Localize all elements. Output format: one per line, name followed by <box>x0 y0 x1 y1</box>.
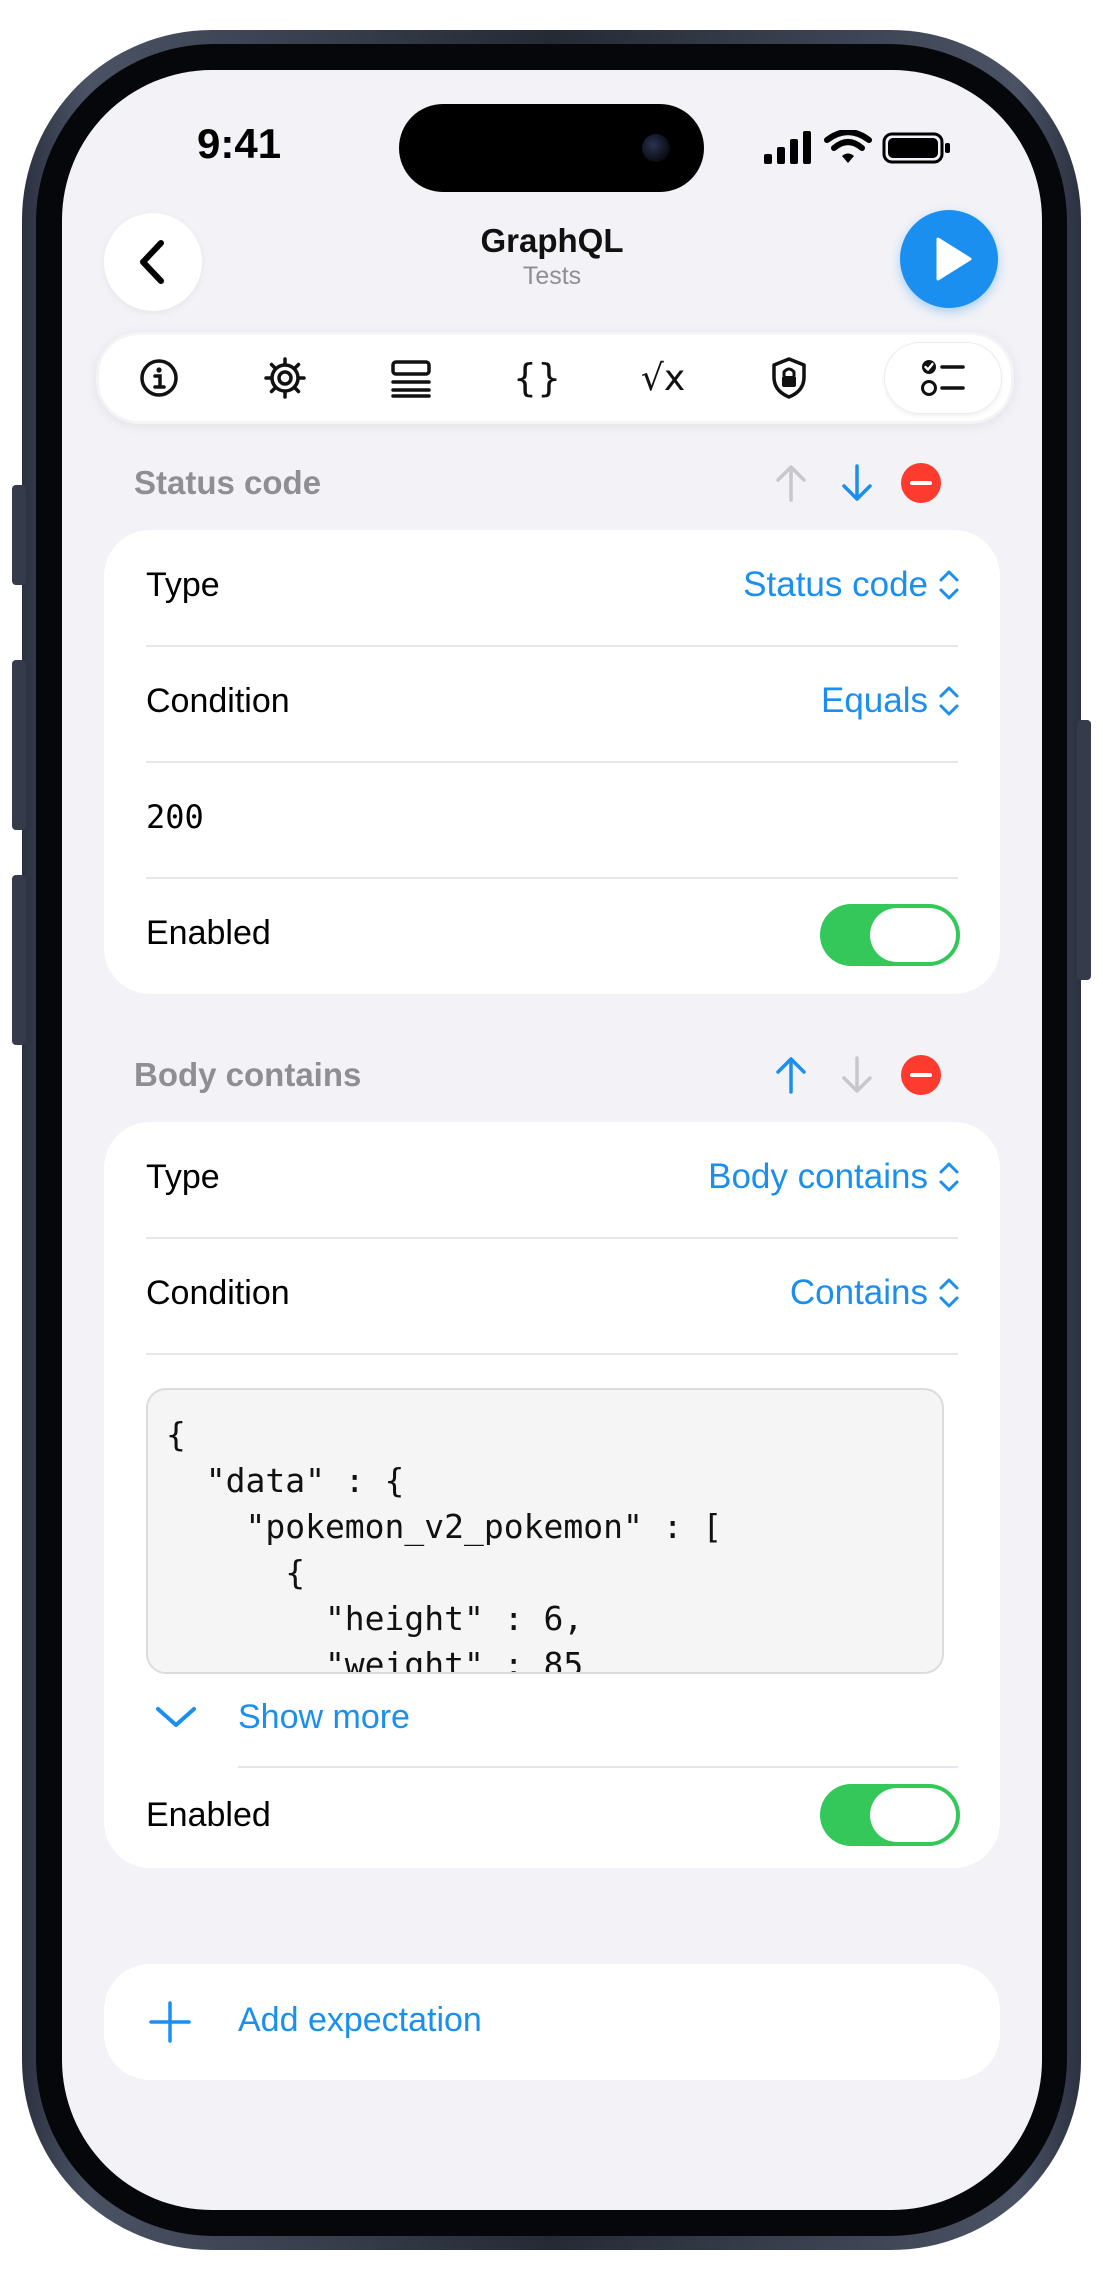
back-button[interactable] <box>104 213 202 311</box>
type-row[interactable]: Type Body contains <box>104 1122 1000 1238</box>
enabled-row: Enabled <box>104 878 1000 994</box>
condition-row[interactable]: Condition Equals <box>104 646 1000 762</box>
page-title: GraphQL <box>480 222 624 259</box>
show-more-chevron[interactable] <box>146 1692 206 1742</box>
expected-value-field[interactable]: 200 <box>146 798 204 836</box>
tab-headers[interactable] <box>353 343 469 413</box>
chevron-up-down-icon <box>939 570 959 600</box>
checklist-icon <box>921 360 965 396</box>
condition-value: Contains <box>789 1273 928 1312</box>
condition-picker[interactable]: Equals <box>821 681 960 721</box>
type-picker[interactable]: Body contains <box>708 1157 960 1197</box>
chevron-left-icon <box>140 240 164 284</box>
move-up-button[interactable] <box>766 1050 816 1100</box>
arrow-up-icon <box>776 1057 806 1094</box>
type-picker[interactable]: Status code <box>743 565 960 605</box>
delete-expectation-button[interactable] <box>898 1052 944 1098</box>
status-time: 9:41 <box>197 120 282 167</box>
condition-label: Condition <box>146 682 290 720</box>
divider <box>146 1353 958 1355</box>
tab-bar: {} √x <box>96 332 1014 424</box>
tab-settings[interactable] <box>227 343 343 413</box>
wifi-icon <box>824 130 872 163</box>
list-icon <box>391 360 431 398</box>
body-code-editor[interactable]: { "data" : { "pokemon_v2_pokemon" : [ { … <box>146 1388 944 1674</box>
plus-icon <box>149 2001 191 2043</box>
power-button <box>1077 720 1091 980</box>
chevron-up-down-icon <box>939 686 959 716</box>
add-expectation-label: Add expectation <box>238 2001 482 2039</box>
tab-auth[interactable] <box>731 343 847 413</box>
enabled-label: Enabled <box>146 1796 271 1834</box>
minus-circle-icon <box>901 463 941 503</box>
tab-variables[interactable]: √x <box>605 343 721 413</box>
type-label: Type <box>146 566 220 604</box>
enabled-toggle[interactable] <box>820 904 960 966</box>
type-row[interactable]: Type Status code <box>104 530 1000 646</box>
battery-icon <box>882 132 950 164</box>
condition-label: Condition <box>146 1274 290 1312</box>
arrow-down-icon <box>842 1056 872 1093</box>
expectation-card-body-contains: Type Body contains Condition Contains { … <box>104 1122 1000 1868</box>
chevron-up-down-icon <box>939 1162 959 1192</box>
volume-up-button <box>12 660 26 830</box>
shield-lock-icon <box>772 357 806 399</box>
info-icon <box>140 359 178 397</box>
move-up-button[interactable] <box>766 458 816 508</box>
tab-body[interactable]: {} <box>479 343 595 413</box>
tab-tests[interactable] <box>885 343 1001 413</box>
volume-down-button <box>12 875 26 1045</box>
add-expectation-button[interactable]: Add expectation <box>104 1964 1000 2080</box>
tab-info[interactable] <box>101 343 217 413</box>
play-icon <box>936 237 972 281</box>
run-button[interactable] <box>900 210 998 308</box>
enabled-toggle[interactable] <box>820 1784 960 1846</box>
condition-picker[interactable]: Contains <box>790 1273 960 1313</box>
move-down-button[interactable] <box>832 1050 882 1100</box>
type-label: Type <box>146 1158 220 1196</box>
enabled-row: Enabled <box>104 1752 1000 1868</box>
action-button <box>12 485 26 585</box>
chevron-up-down-icon <box>939 1278 959 1308</box>
expectation-header-body-contains: Body contains <box>134 1056 362 1093</box>
expectation-card-status-code: Type Status code Condition Equals 200 En… <box>104 530 1000 994</box>
show-more-link[interactable]: Show more <box>238 1698 410 1737</box>
expectation-header-status-code: Status code <box>134 464 322 501</box>
camera-icon <box>642 134 670 162</box>
arrow-up-icon <box>776 465 806 502</box>
type-value: Status code <box>743 565 928 604</box>
minus-circle-icon <box>901 1055 941 1095</box>
body-code-text: { "data" : { "pokemon_v2_pokemon" : [ { … <box>166 1415 723 1674</box>
value-row[interactable]: 200 <box>104 762 1000 878</box>
type-value: Body contains <box>708 1157 928 1196</box>
sqrt-x-icon: √x <box>640 357 686 399</box>
page-subtitle: Tests <box>522 262 582 290</box>
condition-row[interactable]: Condition Contains <box>104 1238 1000 1354</box>
arrow-down-icon <box>842 464 872 501</box>
chevron-down-icon <box>156 1707 196 1727</box>
cellular-signal-icon <box>764 131 811 164</box>
gear-icon <box>264 357 306 399</box>
status-icons <box>762 128 952 168</box>
delete-expectation-button[interactable] <box>898 460 944 506</box>
screen: 9:41 GraphQL Tests {} √x Status code Typ… <box>62 70 1042 2210</box>
braces-icon: {} <box>512 356 562 400</box>
move-down-button[interactable] <box>832 458 882 508</box>
condition-value: Equals <box>820 681 928 720</box>
enabled-label: Enabled <box>146 914 271 952</box>
dynamic-island <box>399 104 704 192</box>
